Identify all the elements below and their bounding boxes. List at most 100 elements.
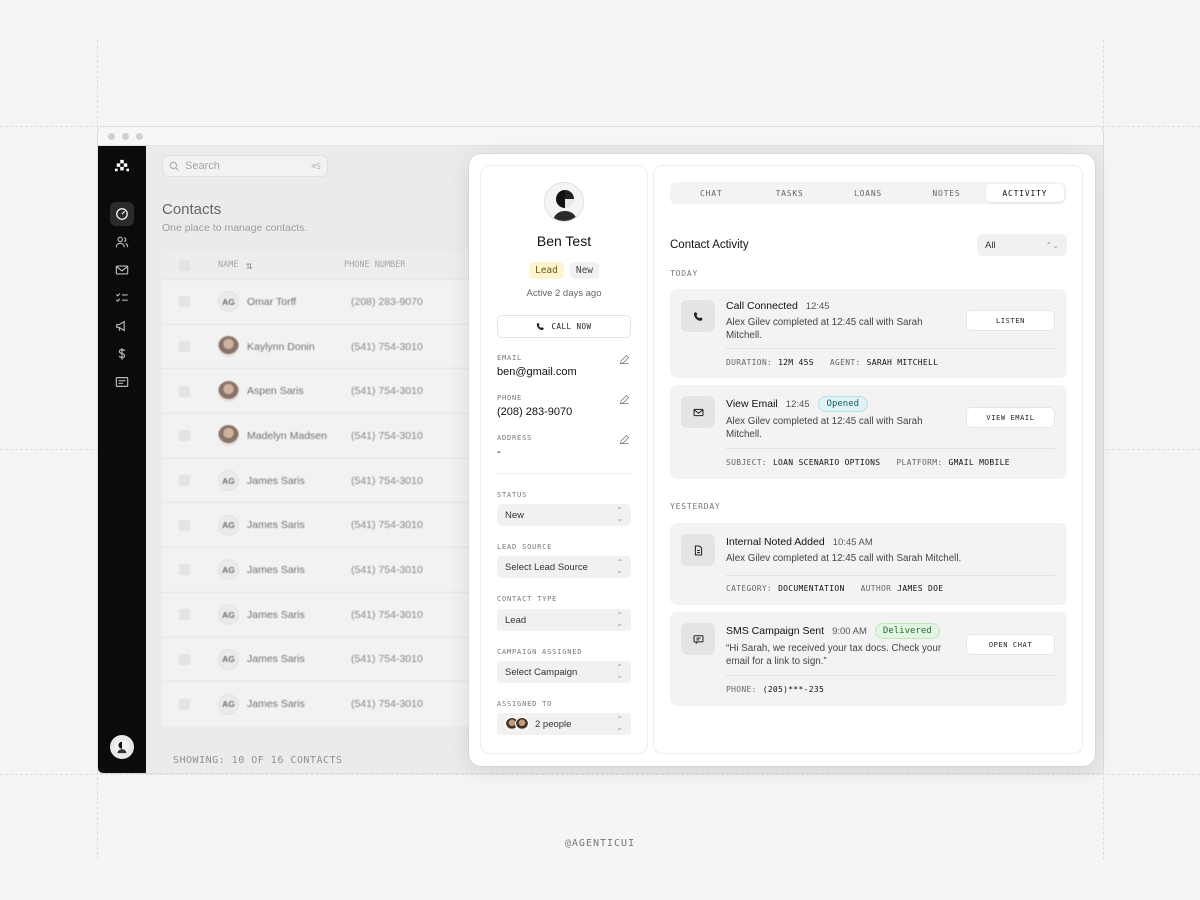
row-checkbox[interactable]: [179, 296, 190, 308]
table-row[interactable]: Kaylynn Donin (541) 754-3010: [162, 323, 492, 369]
row-checkbox[interactable]: [179, 430, 190, 442]
document-icon: [681, 534, 715, 566]
table-row[interactable]: AG James Saris (541) 754-3010: [162, 636, 492, 682]
phone-label: PHONE: [497, 394, 523, 402]
column-name[interactable]: NAME: [218, 260, 242, 270]
table-row[interactable]: AG James Saris (541) 754-3010: [162, 591, 492, 637]
edit-address-icon[interactable]: [619, 434, 630, 445]
open-chat-button[interactable]: OPEN CHAT: [966, 634, 1055, 655]
table-row[interactable]: Aspen Saris (541) 754-3010: [162, 368, 492, 414]
address-value: -: [497, 446, 501, 458]
activity-item: SMS Campaign Sent 9:00 AM Delivered “Hi …: [670, 612, 1067, 706]
dollar-icon[interactable]: [110, 342, 134, 366]
status-select[interactable]: New ⌃ ⌄: [497, 504, 631, 526]
avatar: [218, 380, 239, 402]
contact-chips: Lead New: [481, 262, 647, 279]
search-input[interactable]: Search ⌘S: [162, 155, 328, 177]
contact-drawer: Ben Test Lead New Active 2 days ago CALL…: [469, 154, 1095, 766]
logo-icon[interactable]: [110, 154, 134, 178]
message-icon: [681, 623, 715, 655]
table-row[interactable]: Madelyn Madsen (541) 754-3010: [162, 413, 492, 458]
column-phone[interactable]: PHONE NUMBER: [344, 260, 405, 270]
contact-name-cell: James Saris: [247, 653, 305, 666]
contacts-icon[interactable]: [110, 230, 134, 254]
edit-email-icon[interactable]: [619, 354, 630, 365]
meta-value: 12M 45S: [778, 358, 814, 367]
tab-tasks[interactable]: TASKS: [750, 184, 828, 202]
avatar-initials: AG: [218, 559, 239, 581]
listen-button[interactable]: LISTEN: [966, 310, 1055, 331]
assignee-avatars: [505, 717, 529, 731]
row-checkbox[interactable]: [179, 475, 190, 487]
table-row[interactable]: AG Omar Torff (208) 283-9070: [162, 279, 492, 324]
window-dot[interactable]: [108, 133, 115, 140]
row-checkbox[interactable]: [179, 385, 190, 397]
contact-name-cell: James Saris: [247, 474, 305, 487]
tab-chat[interactable]: CHAT: [672, 184, 750, 202]
contacts-table: NAME ⇅ PHONE NUMBER AG Omar Torff (208) 28…: [162, 251, 492, 726]
chevron-updown-icon: ⌃⌄: [616, 715, 623, 732]
view-email-button[interactable]: VIEW EMAIL: [966, 407, 1055, 428]
search-placeholder: Search: [185, 160, 220, 172]
chevron-updown-icon: ⌃⌄: [616, 663, 623, 680]
lead-source-select[interactable]: Select Lead Source ⌃ ⌄: [497, 556, 631, 578]
tab-activity[interactable]: ACTIVITY: [985, 184, 1065, 202]
assigned-select[interactable]: 2 people ⌃ ⌄: [497, 713, 631, 735]
avatar-initials: AG: [218, 514, 239, 536]
call-now-button[interactable]: CALL NOW: [497, 315, 631, 338]
meta-label: SUBJECT:: [726, 458, 767, 467]
activity-title-text: Internal Noted Added: [726, 536, 825, 548]
window-dot[interactable]: [122, 133, 129, 140]
divider: [726, 575, 1055, 576]
contact-name: Ben Test: [536, 233, 592, 249]
table-row[interactable]: AG James Saris (541) 754-3010: [162, 547, 492, 592]
activity-item: Internal Noted Added 10:45 AM Alex Gilev…: [670, 523, 1067, 605]
table-row[interactable]: AG James Saris (541) 754-3010: [162, 457, 492, 503]
email-value: ben@gmail.com: [497, 366, 577, 378]
row-checkbox[interactable]: [179, 564, 190, 576]
contact-name-cell: Aspen Saris: [247, 385, 304, 398]
meta-label: PHONE:: [726, 685, 757, 694]
sort-icon[interactable]: ⇅: [246, 259, 344, 272]
row-checkbox[interactable]: [179, 341, 190, 353]
table-row[interactable]: AG James Saris (541) 754-3010: [162, 502, 492, 548]
activity-description: Alex Gilev completed at 12:45 call with …: [726, 317, 923, 341]
sidebar: [98, 146, 146, 773]
email-label: EMAIL: [497, 354, 523, 362]
phone-cell: (541) 754-3010: [351, 698, 423, 711]
lead-chip: Lead: [528, 262, 564, 279]
megaphone-icon[interactable]: [110, 314, 134, 338]
divider: [726, 348, 1055, 349]
contact-name-cell: Omar Torff: [247, 295, 297, 308]
table-row[interactable]: AG James Saris (541) 754-3010: [162, 681, 492, 726]
tab-notes[interactable]: NOTES: [907, 184, 985, 202]
mail-icon[interactable]: [110, 258, 134, 282]
billing-icon[interactable]: [110, 370, 134, 394]
opened-badge: Opened: [817, 396, 869, 412]
today-label: TODAY: [670, 269, 699, 278]
select-all-checkbox[interactable]: [179, 259, 190, 271]
phone-cell: (541) 754-3010: [351, 429, 423, 442]
window-dot[interactable]: [136, 133, 143, 140]
row-checkbox[interactable]: [179, 653, 190, 665]
phone-value: (208) 283-9070: [497, 406, 573, 418]
contact-type-select[interactable]: Lead ⌃ ⌄: [497, 609, 631, 631]
tab-loans[interactable]: LOANS: [829, 184, 907, 202]
edit-phone-icon[interactable]: [619, 394, 630, 405]
divider: [497, 473, 631, 474]
row-checkbox[interactable]: [179, 609, 190, 621]
activity-meta: DURATION: 12M 45S AGENT: SARAH MITCHELL: [726, 358, 938, 367]
activity-description: Alex Gilev completed at 12:45 call with …: [726, 416, 923, 440]
row-checkbox[interactable]: [179, 519, 190, 531]
tasks-icon[interactable]: [110, 286, 134, 310]
phone-icon: [681, 300, 715, 332]
user-avatar[interactable]: [110, 735, 134, 759]
dashboard-icon[interactable]: [110, 202, 134, 226]
campaign-select[interactable]: Select Campaign ⌃ ⌄: [497, 661, 631, 683]
meta-label: AGENT:: [829, 358, 861, 367]
chevron-updown-icon: ⌃⌄: [616, 611, 623, 628]
phone-cell: (541) 754-3010: [351, 653, 423, 666]
activity-filter-select[interactable]: All ⌃⌄: [977, 234, 1067, 256]
row-checkbox[interactable]: [179, 698, 190, 710]
meta-label: CATEGORY:: [726, 584, 773, 593]
